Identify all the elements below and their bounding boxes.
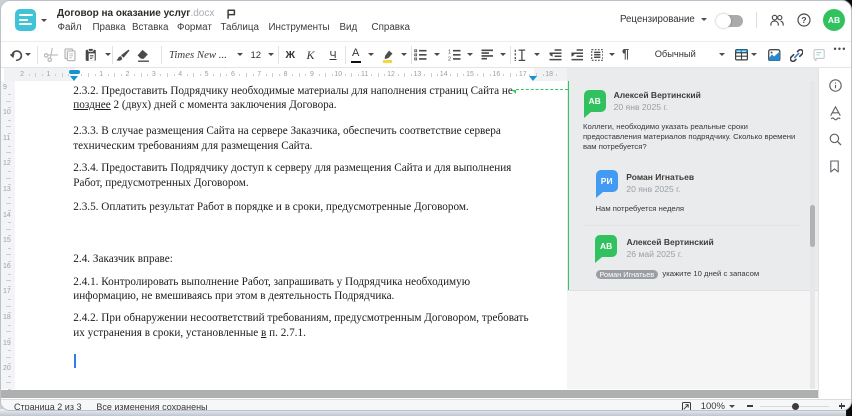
svg-text:?: ? xyxy=(802,15,807,25)
svg-text:1: 1 xyxy=(448,50,451,56)
svg-text:2: 2 xyxy=(448,57,451,61)
